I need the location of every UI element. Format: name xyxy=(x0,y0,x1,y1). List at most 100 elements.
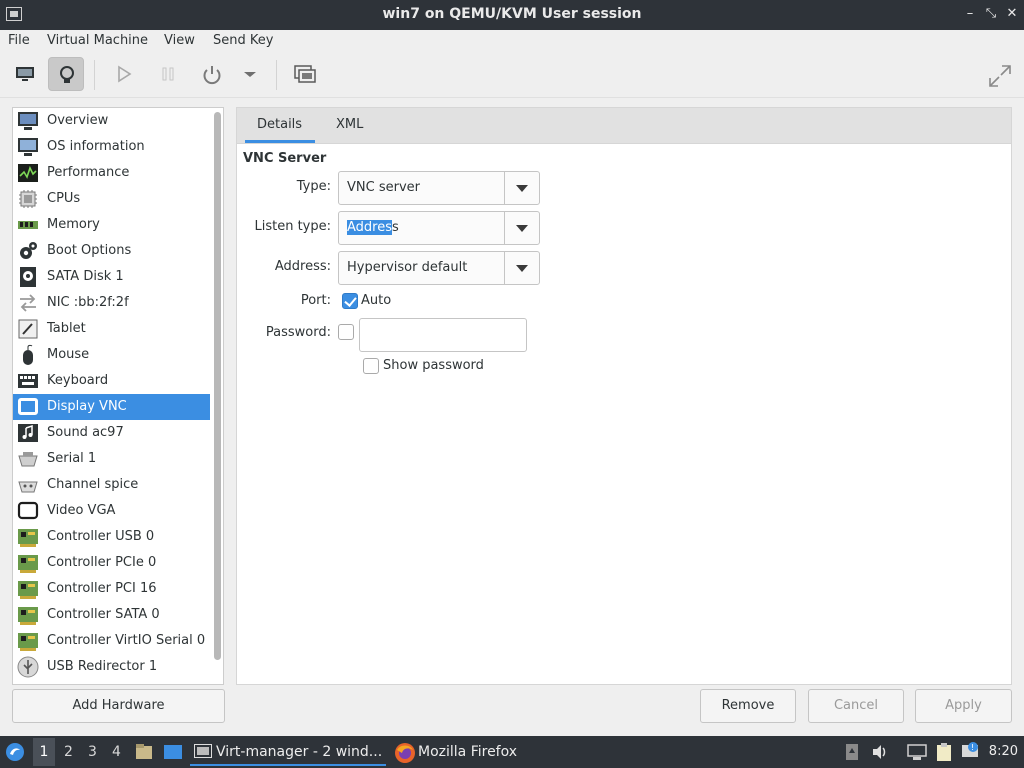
sidebar-item-controller-pcie-0[interactable]: Controller PCIe 0 xyxy=(13,550,210,576)
usb-icon xyxy=(17,656,39,678)
sidebar-item-controller-sata-0[interactable]: Controller SATA 0 xyxy=(13,602,210,628)
address-label: Address: xyxy=(274,259,331,274)
chevron-down-icon[interactable] xyxy=(504,252,539,284)
file-manager-icon[interactable] xyxy=(134,742,154,762)
start-menu-icon[interactable] xyxy=(5,742,25,762)
chevron-down-icon[interactable] xyxy=(504,212,539,244)
restore-button[interactable]: ⤡ xyxy=(983,6,999,22)
unselected-text: s xyxy=(392,220,399,235)
workspace-2[interactable]: 2 xyxy=(64,744,73,760)
close-button[interactable]: ✕ xyxy=(1004,6,1020,22)
menu-virtual-machine[interactable]: Virtual Machine xyxy=(47,33,148,48)
sidebar-item-controller-usb-0[interactable]: Controller USB 0 xyxy=(13,524,210,550)
virt-manager-icon xyxy=(194,744,212,758)
video-card-icon xyxy=(17,500,39,522)
tray-indicator-icon[interactable] xyxy=(845,742,859,762)
sidebar-item-boot-options[interactable]: Boot Options xyxy=(13,238,210,264)
sidebar-item-controller-pci-16[interactable]: Controller PCI 16 xyxy=(13,576,210,602)
network-icon[interactable] xyxy=(907,743,927,761)
sound-icon xyxy=(17,422,39,444)
sidebar-item-nic-bb-2f-2f[interactable]: NIC :bb:2f:2f xyxy=(13,290,210,316)
selected-text: Addres xyxy=(347,220,392,235)
sidebar-item-channel-spice[interactable]: Channel spice xyxy=(13,472,210,498)
sidebar-item-performance[interactable]: Performance xyxy=(13,160,210,186)
sidebar-item-display-vnc[interactable]: Display VNC xyxy=(13,394,210,420)
sidebar-item-os-information[interactable]: OS information xyxy=(13,134,210,160)
cpu-chip-icon xyxy=(17,188,39,210)
type-select[interactable]: VNC server xyxy=(338,171,540,205)
network-arrows-icon xyxy=(17,292,39,314)
sidebar-item-usb-redirector-1[interactable]: USB Redirector 1 xyxy=(13,654,210,680)
taskbar: 1 2 3 4 Virt-manager - 2 wind... Mozilla… xyxy=(0,736,1024,768)
type-value: VNC server xyxy=(347,180,420,195)
taskbar-firefox[interactable]: Mozilla Firefox xyxy=(394,738,534,766)
section-title: VNC Server xyxy=(243,151,327,166)
details-view-button[interactable] xyxy=(48,57,84,91)
gears-icon xyxy=(17,240,39,262)
taskbar-virt-manager[interactable]: Virt-manager - 2 wind... xyxy=(190,738,386,766)
sidebar-item-memory[interactable]: Memory xyxy=(13,212,210,238)
sidebar-item-sound-ac97[interactable]: Sound ac97 xyxy=(13,420,210,446)
workspace-3[interactable]: 3 xyxy=(88,744,97,760)
pause-button[interactable] xyxy=(150,57,186,91)
minimize-button[interactable]: – xyxy=(962,6,978,22)
chevron-down-icon xyxy=(244,72,256,77)
sidebar-item-controller-virtio-serial-0[interactable]: Controller VirtIO Serial 0 xyxy=(13,628,210,654)
display-icon xyxy=(17,396,39,418)
port-auto-checkbox[interactable] xyxy=(342,293,358,309)
sidebar-item-serial-1[interactable]: Serial 1 xyxy=(13,446,210,472)
chevron-down-icon[interactable] xyxy=(504,172,539,204)
menu-view[interactable]: View xyxy=(164,33,195,48)
password-checkbox[interactable] xyxy=(338,324,354,340)
sidebar-item-tablet[interactable]: Tablet xyxy=(13,316,210,342)
password-field[interactable] xyxy=(359,318,527,352)
power-icon xyxy=(203,66,221,85)
port-label: Port: xyxy=(300,293,331,308)
tab-xml[interactable]: XML xyxy=(336,117,363,132)
pause-icon xyxy=(162,67,174,81)
controller-card-icon xyxy=(17,604,39,626)
active-tab-indicator xyxy=(245,140,315,143)
cancel-button[interactable]: Cancel xyxy=(808,689,904,723)
sidebar-item-label: SATA Disk 1 xyxy=(47,269,124,284)
menu-file[interactable]: File xyxy=(8,33,30,48)
sidebar-item-overview[interactable]: Overview xyxy=(13,108,210,134)
volume-icon[interactable] xyxy=(871,743,889,761)
clipboard-icon[interactable] xyxy=(935,742,953,762)
sidebar-item-video-vga[interactable]: Video VGA xyxy=(13,498,210,524)
tab-details[interactable]: Details xyxy=(257,117,302,132)
scrollbar-thumb[interactable] xyxy=(214,112,221,660)
sidebar-item-mouse[interactable]: Mouse xyxy=(13,342,210,368)
workspace-1[interactable]: 1 xyxy=(33,738,55,766)
listen-type-label: Listen type: xyxy=(254,219,331,234)
workspace-4[interactable]: 4 xyxy=(112,744,121,760)
hardware-list[interactable]: Overview OS information Performance CPUs Mem… xyxy=(12,107,224,685)
snapshots-button[interactable] xyxy=(286,57,322,91)
menu-send-key[interactable]: Send Key xyxy=(213,33,273,48)
sidebar-item-cpus[interactable]: CPUs xyxy=(13,186,210,212)
sidebar-item-label: Controller USB 0 xyxy=(47,529,155,544)
shutdown-menu-button[interactable] xyxy=(232,57,268,91)
sidebar-item-sata-disk-1[interactable]: SATA Disk 1 xyxy=(13,264,210,290)
run-button[interactable] xyxy=(106,57,142,91)
sidebar-item-keyboard[interactable]: Keyboard xyxy=(13,368,210,394)
title-bar: win7 on QEMU/KVM User session – ⤡ ✕ xyxy=(0,0,1024,30)
fullscreen-button[interactable] xyxy=(980,57,1016,91)
add-hardware-button[interactable]: Add Hardware xyxy=(12,689,225,723)
show-desktop-icon[interactable] xyxy=(163,742,183,762)
sidebar-item-label: Mouse xyxy=(47,347,90,362)
sidebar-item-label: Video VGA xyxy=(47,503,116,518)
remove-button[interactable]: Remove xyxy=(700,689,796,723)
address-select[interactable]: Hypervisor default xyxy=(338,251,540,285)
sidebar-item-label: Performance xyxy=(47,165,130,180)
listen-type-select[interactable]: Address xyxy=(338,211,540,245)
shutdown-button[interactable] xyxy=(193,57,229,91)
apply-button[interactable]: Apply xyxy=(915,689,1012,723)
console-view-button[interactable] xyxy=(7,57,43,91)
sidebar-item-label: Overview xyxy=(47,113,109,128)
notification-icon[interactable]: ! xyxy=(960,741,980,761)
sidebar-item-label: Controller PCIe 0 xyxy=(47,555,157,570)
hardware-list-scrollbar[interactable] xyxy=(211,108,223,684)
show-password-checkbox[interactable] xyxy=(363,358,379,374)
lightbulb-icon xyxy=(60,66,74,83)
